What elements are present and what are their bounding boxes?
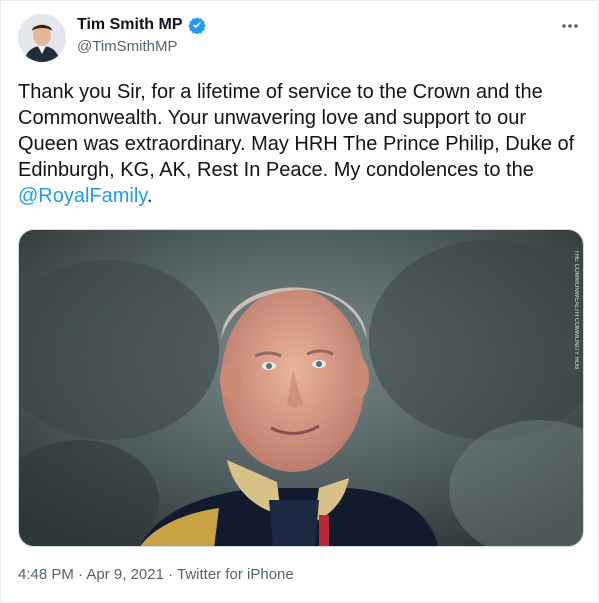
author-name[interactable]: Tim Smith MP <box>77 16 183 34</box>
verified-badge-icon <box>187 17 206 34</box>
watermark: THE COMMONWEALTH COMMUNITY HUB <box>573 250 579 369</box>
tweet-media-photo[interactable]: THE COMMONWEALTH COMMUNITY HUB <box>18 229 584 547</box>
portrait-photo: THE COMMONWEALTH COMMUNITY HUB <box>19 230 583 546</box>
author-handle[interactable]: @TimSmithMP <box>77 38 178 55</box>
author-name-row: Tim Smith MP <box>77 16 206 34</box>
tweet-text: Thank you Sir, for a lifetime of service… <box>18 79 588 209</box>
tweet-time[interactable]: 4:48 PM <box>18 566 74 583</box>
tweet-text-body: Thank you Sir, for a lifetime of service… <box>18 81 575 181</box>
tweet-meta: 4:48 PM · Apr 9, 2021 · Twitter for iPho… <box>18 566 294 583</box>
tweet-card: Tim Smith MP @TimSmithMP Thank you Sir, … <box>0 0 599 603</box>
meta-separator: · <box>163 566 178 583</box>
tweet-text-end: . <box>146 185 153 207</box>
mention-link[interactable]: @RoyalFamily <box>18 185 147 207</box>
tweet-source[interactable]: Twitter for iPhone <box>177 566 294 583</box>
watermark-text: THE COMMONWEALTH COMMUNITY HUB <box>573 250 579 369</box>
avatar-image <box>18 14 66 62</box>
meta-separator: · <box>73 566 87 583</box>
avatar[interactable] <box>18 14 66 62</box>
more-dots-icon[interactable] <box>560 19 580 33</box>
tweet-date[interactable]: Apr 9, 2021 <box>86 566 164 583</box>
